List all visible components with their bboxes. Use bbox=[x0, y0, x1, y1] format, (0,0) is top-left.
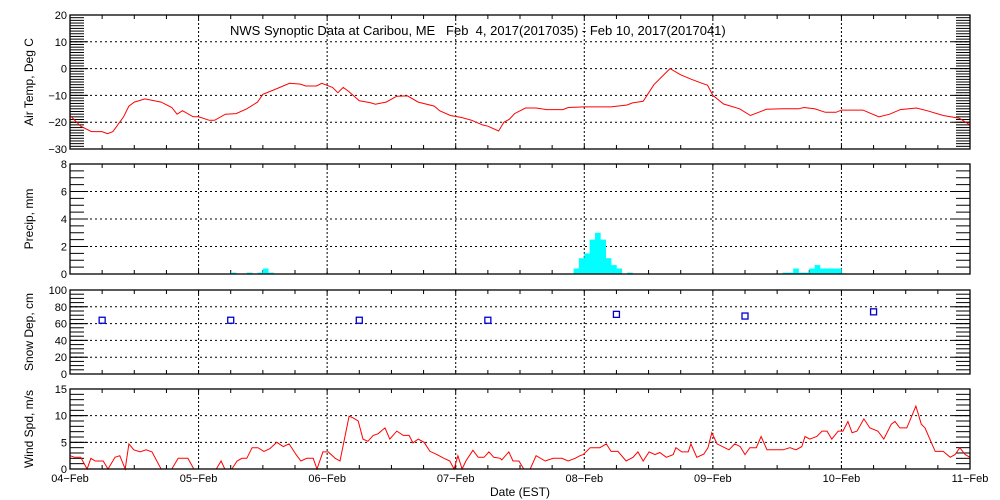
y-tick-label: −30 bbox=[48, 144, 67, 156]
snow-depth-marker bbox=[355, 316, 363, 324]
chart-title: NWS Synoptic Data at Caribou, ME Feb 4, … bbox=[230, 23, 726, 38]
x-tick-label: 09−Feb bbox=[694, 473, 732, 485]
precip-panel: 8 6 4 2 0 bbox=[61, 159, 971, 281]
precip-bar bbox=[793, 268, 799, 274]
y-tick-label: 2 bbox=[61, 242, 67, 254]
precip-ylabel: Precip, mm bbox=[22, 189, 36, 250]
x-tick-label: 05−Feb bbox=[180, 473, 218, 485]
y-tick-label: 20 bbox=[55, 352, 67, 364]
x-tick-label: 11−Feb bbox=[952, 473, 989, 485]
x-tick-label: 07−Feb bbox=[437, 473, 475, 485]
synoptic-chart: NWS Synoptic Data at Caribou, ME Feb 4, … bbox=[22, 10, 988, 499]
y-tick-label: 8 bbox=[61, 159, 67, 171]
precip-bar bbox=[589, 239, 596, 274]
y-tick-label: 40 bbox=[55, 335, 67, 347]
snow-frame bbox=[69, 289, 971, 375]
snow-ylabel: Snow Dep, cm bbox=[22, 293, 36, 371]
precip-bar bbox=[611, 265, 617, 274]
y-tick-label: 60 bbox=[55, 319, 67, 331]
precip-bar bbox=[809, 268, 815, 274]
snow-depth-marker bbox=[741, 312, 749, 320]
precip-bar bbox=[605, 258, 612, 274]
snow-depth-marker bbox=[869, 308, 878, 316]
y-tick-label: 80 bbox=[55, 302, 67, 314]
wind-ylabel: Wind Spd, m/s bbox=[22, 390, 36, 468]
y-tick-label: 20 bbox=[55, 10, 67, 22]
y-tick-label: 10 bbox=[55, 411, 67, 423]
x-tick-label: 04−Feb bbox=[51, 473, 89, 485]
y-tick-label: 0 bbox=[61, 369, 67, 381]
precip-bar bbox=[573, 268, 580, 274]
y-tick-label: 5 bbox=[61, 437, 67, 449]
y-tick-label: 100 bbox=[49, 285, 67, 297]
wind-frame bbox=[69, 388, 971, 470]
y-tick-label: 4 bbox=[61, 214, 67, 226]
precip-bar bbox=[830, 268, 837, 274]
snow-depth-marker bbox=[484, 316, 492, 324]
precip-bar bbox=[836, 268, 842, 274]
snow-depth-marker bbox=[612, 310, 621, 319]
precip-bar bbox=[578, 258, 585, 274]
precip-bar bbox=[616, 268, 623, 274]
y-tick-label: 0 bbox=[61, 269, 67, 281]
x-tick-label: 10−Feb bbox=[823, 473, 861, 485]
precip-bar bbox=[584, 253, 590, 274]
x-tick-label: 08−Feb bbox=[565, 473, 603, 485]
snow-depth-marker bbox=[227, 316, 235, 324]
x-tick-label: 06−Feb bbox=[308, 473, 346, 485]
precip-bar bbox=[814, 265, 821, 274]
y-tick-label: 0 bbox=[61, 64, 67, 76]
snow-panel: 100 80 60 40 20 0 bbox=[49, 285, 971, 381]
temp-ylabel: Air Temp, Deg C bbox=[22, 38, 36, 126]
precip-bar bbox=[820, 268, 826, 274]
precip-bar bbox=[595, 232, 601, 274]
precip-bar bbox=[600, 239, 607, 274]
precip-bar bbox=[262, 268, 269, 274]
y-tick-label: 10 bbox=[55, 37, 67, 49]
wind-panel: 15105004−Feb 05−Feb 06−Feb 07−Feb 08−Feb 09−F… bbox=[51, 384, 988, 485]
snow-depth-marker bbox=[98, 316, 106, 324]
y-tick-label: −10 bbox=[48, 90, 67, 102]
y-tick-label: 15 bbox=[55, 384, 67, 396]
temp-series-line bbox=[69, 67, 971, 135]
y-tick-label: −20 bbox=[48, 117, 67, 129]
x-axis-label: Date (EST) bbox=[490, 485, 550, 499]
precip-bar bbox=[825, 268, 832, 274]
y-tick-label: 6 bbox=[61, 187, 67, 199]
